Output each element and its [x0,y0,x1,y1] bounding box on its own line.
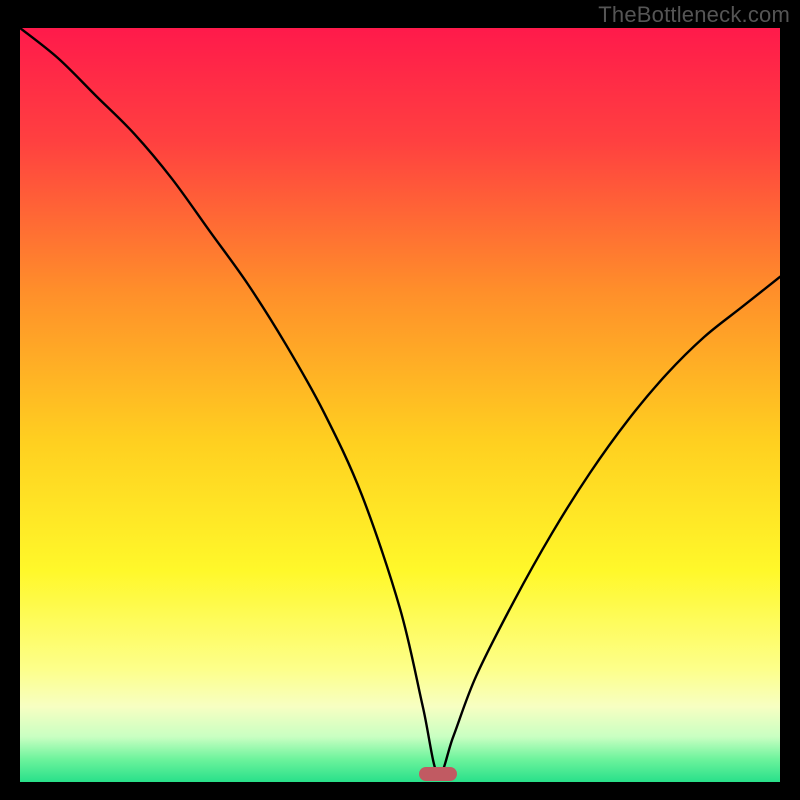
chart-frame: TheBottleneck.com [0,0,800,800]
bottleneck-curve [20,28,780,782]
plot-area [20,28,780,782]
optimum-marker [419,767,457,781]
watermark-text: TheBottleneck.com [598,2,790,28]
